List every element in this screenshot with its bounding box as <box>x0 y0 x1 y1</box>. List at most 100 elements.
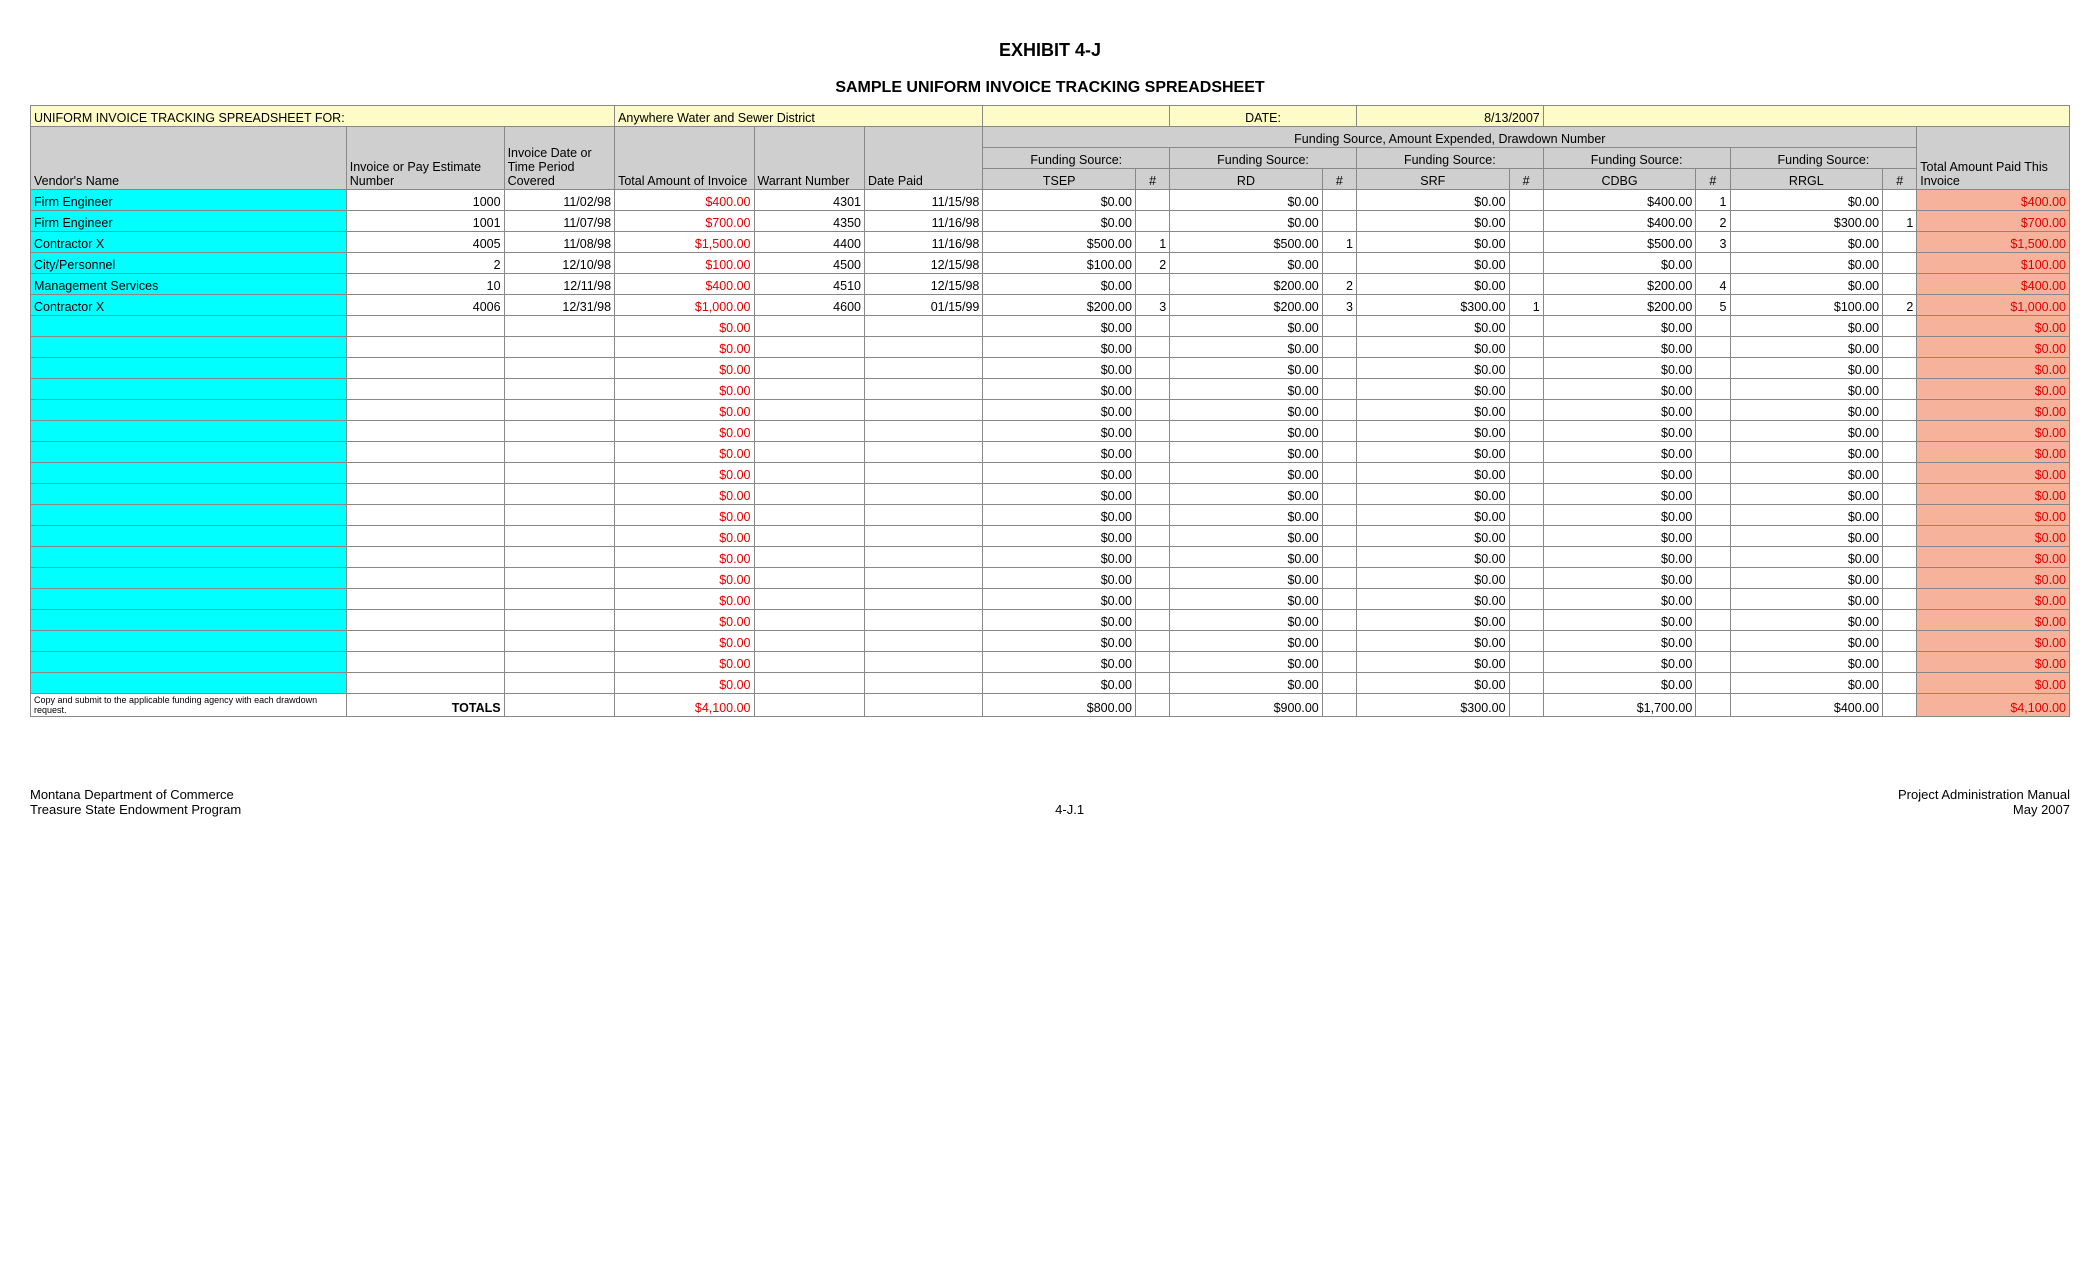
cell-datepaid <box>864 316 982 337</box>
cell-srf: $0.00 <box>1356 589 1509 610</box>
cell-srf: $0.00 <box>1356 484 1509 505</box>
cell-srf: $0.00 <box>1356 421 1509 442</box>
cell-datepaid: 11/16/98 <box>864 211 982 232</box>
cell-gn <box>1883 358 1917 379</box>
cell-paid: $0.00 <box>1917 337 2070 358</box>
cell-inv <box>346 526 504 547</box>
cell-rn <box>1322 421 1356 442</box>
cell-cdbg: $200.00 <box>1543 295 1696 316</box>
cell-vendor: Contractor X <box>31 295 347 316</box>
cell-sn <box>1509 379 1543 400</box>
cell-datepaid <box>864 379 982 400</box>
cell-period <box>504 526 614 547</box>
cell-gn <box>1883 631 1917 652</box>
cell-cdbg: $0.00 <box>1543 505 1696 526</box>
cell-vendor <box>31 505 347 526</box>
cell-total: $700.00 <box>615 211 754 232</box>
fs-cdbg-lbl: Funding Source: <box>1543 148 1730 169</box>
cell-vendor: Firm Engineer <box>31 190 347 211</box>
cell-sn <box>1509 211 1543 232</box>
tracking-for-label: UNIFORM INVOICE TRACKING SPREADSHEET FOR… <box>31 106 615 127</box>
cell-inv: 1000 <box>346 190 504 211</box>
cell-sn <box>1509 421 1543 442</box>
cell-rd: $0.00 <box>1170 253 1323 274</box>
cell-paid: $0.00 <box>1917 421 2070 442</box>
cell-rrgl: $0.00 <box>1730 421 1883 442</box>
cell-sn <box>1509 274 1543 295</box>
cell-warrant <box>754 463 864 484</box>
cell-sn <box>1509 673 1543 694</box>
cell-rd: $0.00 <box>1170 379 1323 400</box>
cell-rrgl: $0.00 <box>1730 253 1883 274</box>
spacer <box>1135 694 1169 717</box>
cell-rn <box>1322 190 1356 211</box>
table-row: $0.00$0.00$0.00$0.00$0.00$0.00$0.00 <box>31 400 2070 421</box>
cell-period <box>504 316 614 337</box>
cell-datepaid <box>864 400 982 421</box>
spacer <box>1543 106 2069 127</box>
cell-rn: 2 <box>1322 274 1356 295</box>
cell-srf: $0.00 <box>1356 568 1509 589</box>
cell-paid: $1,500.00 <box>1917 232 2070 253</box>
cell-inv <box>346 337 504 358</box>
cell-inv: 1001 <box>346 211 504 232</box>
totals-cdbg: $1,700.00 <box>1543 694 1696 717</box>
cell-tsep: $0.00 <box>983 589 1136 610</box>
cell-tn <box>1135 442 1169 463</box>
cell-cn: 2 <box>1696 211 1730 232</box>
cell-gn <box>1883 442 1917 463</box>
totals-label: TOTALS <box>346 694 504 717</box>
cell-vendor <box>31 568 347 589</box>
cell-total: $100.00 <box>615 253 754 274</box>
cell-vendor <box>31 631 347 652</box>
cell-rd: $0.00 <box>1170 484 1323 505</box>
cell-inv <box>346 631 504 652</box>
fs-cdbg-hash: # <box>1696 169 1730 190</box>
totals-total: $4,100.00 <box>615 694 754 717</box>
cell-total: $0.00 <box>615 547 754 568</box>
cell-srf: $0.00 <box>1356 400 1509 421</box>
table-row: Firm Engineer100111/07/98$700.00435011/1… <box>31 211 2070 232</box>
cell-rn <box>1322 484 1356 505</box>
cell-gn <box>1883 400 1917 421</box>
cell-rrgl: $0.00 <box>1730 505 1883 526</box>
cell-rd: $0.00 <box>1170 316 1323 337</box>
cell-rn <box>1322 316 1356 337</box>
cell-total: $400.00 <box>615 274 754 295</box>
table-row: Firm Engineer100011/02/98$400.00430111/1… <box>31 190 2070 211</box>
cell-total: $0.00 <box>615 337 754 358</box>
cell-cn <box>1696 484 1730 505</box>
cell-paid: $0.00 <box>1917 568 2070 589</box>
cell-tsep: $0.00 <box>983 400 1136 421</box>
exhibit-title: EXHIBIT 4-J <box>30 40 2070 61</box>
cell-cn <box>1696 316 1730 337</box>
cell-rrgl: $0.00 <box>1730 232 1883 253</box>
cell-period <box>504 463 614 484</box>
cell-datepaid <box>864 589 982 610</box>
cell-tn <box>1135 610 1169 631</box>
cell-rd: $0.00 <box>1170 337 1323 358</box>
cell-cn <box>1696 610 1730 631</box>
cell-sn <box>1509 442 1543 463</box>
cell-datepaid <box>864 652 982 673</box>
cell-datepaid: 12/15/98 <box>864 253 982 274</box>
spacer <box>1696 694 1730 717</box>
cell-cn <box>1696 568 1730 589</box>
col-warrant: Warrant Number <box>754 127 864 190</box>
cell-gn: 1 <box>1883 211 1917 232</box>
cell-gn <box>1883 421 1917 442</box>
cell-tn <box>1135 589 1169 610</box>
cell-inv <box>346 547 504 568</box>
cell-inv <box>346 358 504 379</box>
cell-rn: 1 <box>1322 232 1356 253</box>
cell-inv <box>346 589 504 610</box>
cell-tsep: $0.00 <box>983 442 1136 463</box>
cell-paid: $1,000.00 <box>1917 295 2070 316</box>
cell-vendor <box>31 337 347 358</box>
cell-cdbg: $500.00 <box>1543 232 1696 253</box>
cell-rn <box>1322 463 1356 484</box>
cell-cn <box>1696 421 1730 442</box>
cell-tn: 2 <box>1135 253 1169 274</box>
cell-inv <box>346 421 504 442</box>
cell-period <box>504 379 614 400</box>
